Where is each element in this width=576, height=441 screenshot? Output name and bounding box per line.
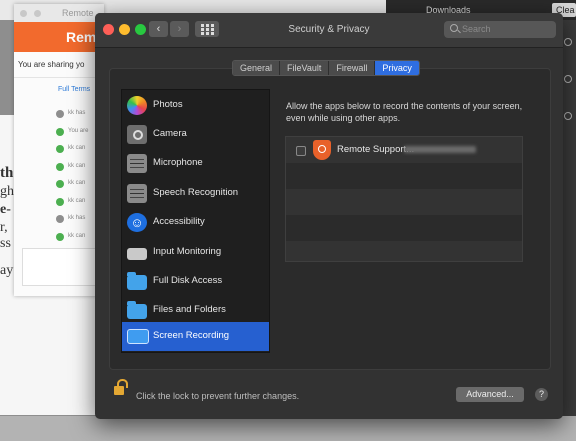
info-icon bbox=[56, 215, 64, 223]
sidebar-item-label: Camera bbox=[153, 128, 187, 139]
full-terms-link[interactable]: Full Terms bbox=[14, 78, 104, 93]
privacy-category-list: Photos Camera Microphone Speech Recognit… bbox=[121, 89, 270, 353]
security-privacy-window[interactable]: ‹ › Security & Privacy Search General Fi… bbox=[95, 13, 563, 419]
check-icon bbox=[56, 197, 64, 206]
advanced-button[interactable]: Advanced... bbox=[456, 387, 524, 402]
radio-icon[interactable] bbox=[564, 38, 572, 46]
check-icon bbox=[56, 232, 64, 241]
sidebar-item-photos[interactable]: Photos bbox=[122, 91, 269, 120]
page-text-fragment: ss bbox=[0, 236, 11, 251]
remote-support-window[interactable]: Remote Rem You are sharing yo Full Terms… bbox=[14, 4, 104, 296]
help-button[interactable]: ? bbox=[535, 388, 548, 401]
list-item[interactable]: Remote Support... bbox=[286, 137, 522, 163]
remote-input-area[interactable] bbox=[22, 248, 104, 286]
folder-icon bbox=[127, 301, 147, 319]
window-titlebar: ‹ › Security & Privacy Search bbox=[95, 13, 563, 48]
redacted-text bbox=[404, 146, 476, 153]
page-text-fragment: ay bbox=[0, 263, 14, 278]
page-text-fragment: gh bbox=[0, 184, 14, 199]
remote-header: Rem bbox=[14, 22, 104, 52]
sidebar-item-label: Files and Folders bbox=[153, 304, 226, 315]
remote-titlebar: Remote bbox=[14, 4, 104, 22]
sidebar-item-speech-recognition[interactable]: Speech Recognition bbox=[122, 179, 269, 208]
tab-privacy[interactable]: Privacy bbox=[375, 61, 419, 75]
sidebar-item-label: Screen Recording bbox=[153, 330, 230, 341]
camera-icon bbox=[127, 125, 147, 144]
empty-row bbox=[286, 189, 522, 215]
sidebar-item-microphone[interactable]: Microphone bbox=[122, 149, 269, 178]
tab-firewall[interactable]: Firewall bbox=[329, 61, 376, 75]
app-permission-checkbox[interactable] bbox=[296, 146, 306, 156]
sidebar-item-screen-recording[interactable]: Screen Recording bbox=[122, 322, 269, 351]
sidebar-item-label: Accessibility bbox=[153, 216, 205, 227]
page-text-fragment: r, bbox=[0, 220, 8, 235]
tab-general[interactable]: General bbox=[233, 61, 281, 75]
remote-window-title: Remote bbox=[62, 8, 94, 18]
empty-row bbox=[286, 241, 522, 261]
sidebar-item-label: Microphone bbox=[153, 157, 203, 168]
search-icon bbox=[450, 24, 458, 32]
sidebar-item-camera[interactable]: Camera bbox=[122, 120, 269, 149]
empty-row bbox=[286, 215, 522, 241]
app-permission-list: Remote Support... bbox=[285, 136, 523, 262]
desktop-bottom-strip bbox=[0, 416, 576, 441]
microphone-icon bbox=[127, 154, 147, 173]
lock-status-text: Click the lock to prevent further change… bbox=[136, 391, 300, 401]
speech-recognition-icon bbox=[127, 184, 147, 203]
radio-icon[interactable] bbox=[564, 75, 572, 83]
page-text-fragment: e- bbox=[0, 202, 11, 217]
display-icon bbox=[127, 329, 149, 344]
screen-recording-description: Allow the apps below to record the conte… bbox=[286, 101, 523, 123]
search-field[interactable]: Search bbox=[444, 21, 556, 38]
search-placeholder: Search bbox=[462, 24, 491, 34]
lock-icon[interactable] bbox=[114, 379, 128, 395]
sidebar-item-label: Speech Recognition bbox=[153, 187, 239, 198]
accessibility-icon: ☺ bbox=[127, 213, 147, 232]
check-icon bbox=[56, 145, 64, 153]
keyboard-icon bbox=[127, 248, 147, 260]
sidebar-item-label: Full Disk Access bbox=[153, 275, 223, 286]
remote-support-icon bbox=[313, 140, 331, 160]
close-icon[interactable] bbox=[20, 10, 27, 17]
check-icon bbox=[56, 127, 64, 136]
sidebar-item-full-disk-access[interactable]: Full Disk Access bbox=[122, 267, 269, 296]
sharing-status: You are sharing yo bbox=[14, 52, 104, 78]
check-icon bbox=[56, 180, 64, 188]
info-icon bbox=[56, 110, 64, 118]
tab-filevault[interactable]: FileVault bbox=[280, 61, 330, 75]
sidebar-item-accessibility[interactable]: ☺ Accessibility bbox=[122, 208, 269, 237]
sidebar-item-label: Photos bbox=[153, 99, 183, 110]
folder-icon bbox=[127, 272, 147, 290]
sidebar-item-label: Input Monitoring bbox=[153, 246, 222, 257]
remote-header-text: Rem bbox=[66, 29, 97, 45]
page-text-fragment: th bbox=[0, 165, 14, 181]
photos-icon bbox=[127, 96, 147, 115]
minimize-icon[interactable] bbox=[34, 10, 41, 17]
check-icon bbox=[56, 162, 64, 171]
sidebar-item-input-monitoring[interactable]: Input Monitoring bbox=[122, 238, 269, 267]
empty-row bbox=[286, 163, 522, 189]
app-name: Remote Support... bbox=[337, 144, 415, 155]
sidebar-item-files-and-folders[interactable]: Files and Folders bbox=[122, 296, 269, 325]
radio-icon[interactable] bbox=[564, 112, 572, 120]
tab-bar: General FileVault Firewall Privacy bbox=[232, 60, 420, 76]
